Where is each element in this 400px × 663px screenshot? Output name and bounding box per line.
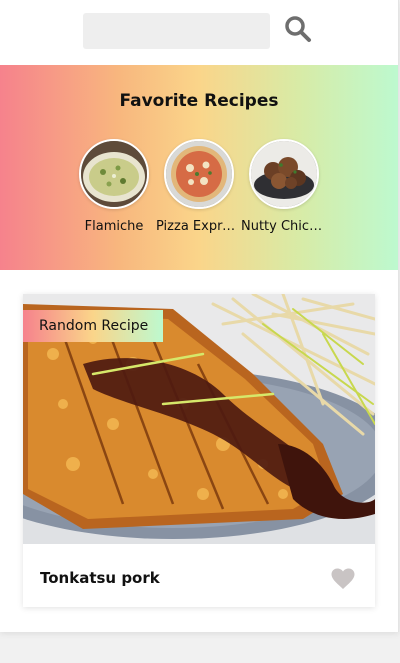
app-container: Favorite Recipes Flamiche Pizza Express … (0, 0, 399, 632)
favorites-title: Favorite Recipes (119, 91, 279, 111)
favorite-item-label: Nutty Chicken Curry (241, 219, 327, 234)
favorite-item-pizza[interactable]: Pizza Express Margherita (156, 139, 242, 239)
search-input[interactable] (83, 13, 270, 49)
favorites-list: Flamiche Pizza Express Nutty Chicke (0, 139, 398, 239)
favorite-item-label: Flamiche (84, 219, 144, 234)
recipe-title: Tonkatsu pork (40, 569, 160, 587)
flamiche-thumbnail (79, 139, 149, 209)
header (0, 0, 398, 65)
random-recipe-badge: Random Recipe (23, 310, 164, 342)
pizza-thumbnail (164, 139, 234, 209)
favorite-button[interactable] (331, 568, 355, 590)
chicken-curry-thumbnail (249, 139, 319, 209)
favorite-item-flamiche[interactable]: Flamiche (71, 139, 157, 239)
favorites-section: Favorite Recipes Flamiche Pizza Express … (0, 65, 398, 270)
random-recipe-card[interactable]: Random Recipe Tonkatsu pork (23, 294, 375, 607)
favorite-item-label: Pizza Express Margherita (156, 219, 242, 234)
search-button[interactable] (283, 14, 313, 44)
favorite-item-curry[interactable]: Nutty Chicken Curry (241, 139, 327, 239)
recipe-image: Random Recipe (23, 294, 375, 544)
search-icon (285, 16, 311, 42)
heart-icon (331, 568, 355, 589)
